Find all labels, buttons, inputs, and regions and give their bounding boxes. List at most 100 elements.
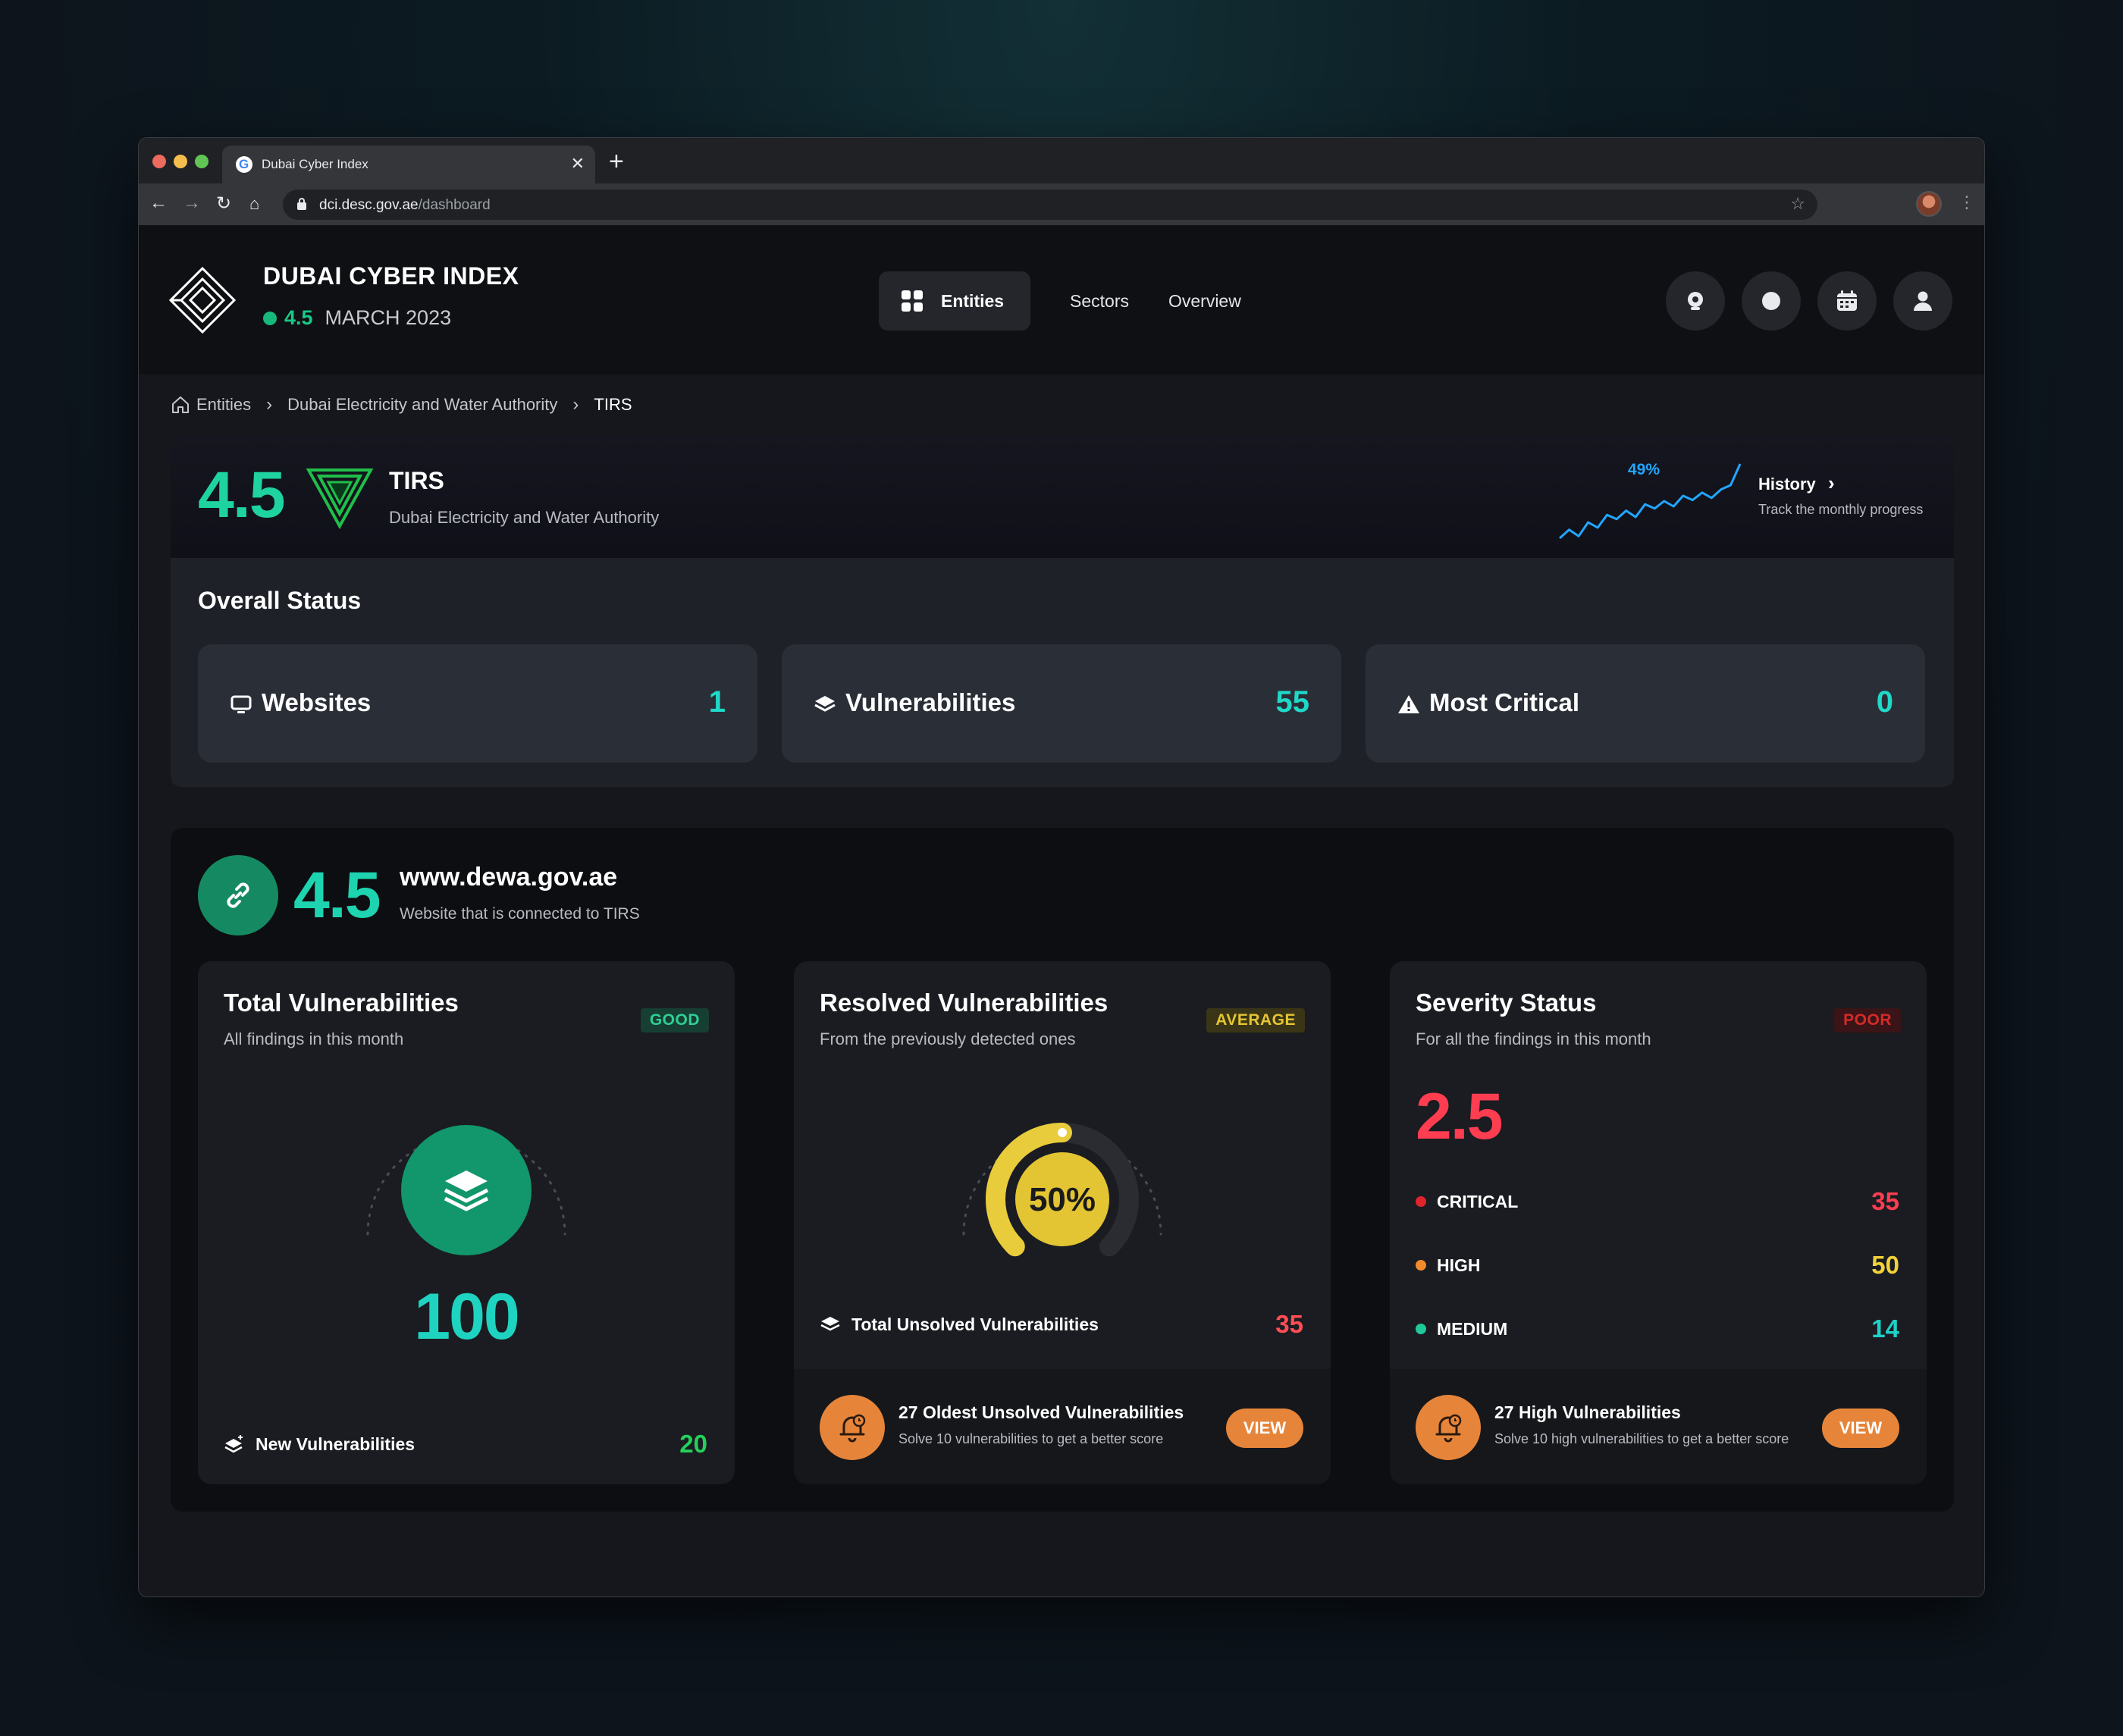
layers-plus-icon xyxy=(224,1435,243,1453)
minimize-window-button[interactable] xyxy=(174,155,187,168)
total-vulnerabilities-value: 100 xyxy=(414,1280,520,1353)
nav-entities-label: Entities xyxy=(941,290,1005,311)
home-icon[interactable]: ⌂ xyxy=(249,194,259,214)
stat-websites[interactable]: Websites 1 xyxy=(198,644,757,763)
profile-avatar[interactable] xyxy=(1916,191,1942,217)
stat-most-critical[interactable]: Most Critical 0 xyxy=(1366,644,1925,763)
total-vulnerabilities-card: Total Vulnerabilities All findings in th… xyxy=(198,961,735,1484)
entity-score: 4.5 xyxy=(198,459,286,531)
index-summary: 4.5 MARCH 2023 xyxy=(263,306,451,330)
app-header: DUBAI CYBER INDEX 4.5 MARCH 2023 Entitie… xyxy=(139,226,1984,374)
url-path: /dashboard xyxy=(418,197,491,213)
severity-critical-row: CRITICAL 35 xyxy=(1416,1187,1899,1216)
tab-title: Dubai Cyber Index xyxy=(262,157,368,171)
breadcrumb-authority[interactable]: Dubai Electricity and Water Authority xyxy=(287,395,557,415)
website-score: 4.5 xyxy=(293,859,381,932)
website-link-badge xyxy=(198,855,278,935)
entity-card: 4.5 TIRS Dubai Electricity and Water Aut… xyxy=(171,437,1954,787)
high-label-wrap: HIGH xyxy=(1416,1255,1871,1276)
browser-window: Dubai Cyber Index ✕ + ← → ↻ ⌂ dci.desc.g… xyxy=(138,137,1985,1597)
new-tab-icon[interactable]: + xyxy=(609,147,624,177)
home-outline-icon[interactable] xyxy=(171,395,190,415)
resolved-footer: 27 Oldest Unsolved Vulnerabilities Solve… xyxy=(794,1369,1331,1484)
overall-status-title: Overall Status xyxy=(198,587,362,614)
severity-medium-row: MEDIUM 14 xyxy=(1416,1315,1899,1343)
grid-icon xyxy=(902,290,923,312)
layers-icon xyxy=(820,1317,840,1331)
shield-triangle-icon xyxy=(306,468,374,530)
critical-value: 35 xyxy=(1871,1187,1899,1215)
card-subtitle: All findings in this month xyxy=(224,1029,404,1048)
stat-vulnerabilities-value: 55 xyxy=(1275,685,1310,719)
status-badge: AVERAGE xyxy=(1206,1008,1305,1033)
severity-score: 2.5 xyxy=(1416,1080,1504,1153)
footer-subtitle: Solve 10 high vulnerabilities to get a b… xyxy=(1494,1431,1789,1446)
stat-vulnerabilities-label: Vulnerabilities xyxy=(845,688,1016,716)
medium-dot xyxy=(1416,1324,1426,1334)
history-subtitle: Track the monthly progress xyxy=(1758,502,1924,517)
alarm-badge xyxy=(1416,1395,1481,1460)
profile-button[interactable] xyxy=(1893,271,1952,331)
close-window-button[interactable] xyxy=(152,155,166,168)
view-oldest-button[interactable]: VIEW xyxy=(1226,1409,1303,1448)
index-period: MARCH 2023 xyxy=(325,306,452,329)
index-score: 4.5 xyxy=(284,306,313,329)
card-subtitle: For all the findings in this month xyxy=(1416,1029,1651,1048)
url-host: dci.desc.gov.ae xyxy=(319,197,419,213)
history-sparkline xyxy=(1558,463,1742,540)
dci-logo-icon xyxy=(169,267,236,334)
new-vulnerabilities-row: New Vulnerabilities 20 xyxy=(224,1430,707,1459)
close-tab-icon[interactable]: ✕ xyxy=(571,154,585,174)
webcam-icon xyxy=(1688,292,1703,310)
resolved-vulnerabilities-card: Resolved Vulnerabilities From the previo… xyxy=(794,961,1331,1484)
forward-arrow-icon[interactable]: → xyxy=(183,193,201,214)
new-vulnerabilities-label: New Vulnerabilities xyxy=(256,1434,416,1454)
footer-title: 27 High Vulnerabilities xyxy=(1494,1402,1681,1422)
stat-most-critical-label: Most Critical xyxy=(1429,688,1580,716)
high-dot xyxy=(1416,1260,1426,1271)
browser-tab[interactable]: Dubai Cyber Index ✕ xyxy=(222,146,595,183)
calendar-icon xyxy=(1837,290,1857,311)
nav-overview[interactable]: Overview xyxy=(1168,291,1241,312)
website-description: Website that is connected to TIRS xyxy=(400,905,640,923)
link-icon xyxy=(227,882,249,908)
layers-icon xyxy=(814,696,836,712)
bell-clock-icon xyxy=(839,1414,866,1443)
unsolved-label-wrap: Total Unsolved Vulnerabilities xyxy=(820,1315,1275,1335)
view-high-button[interactable]: VIEW xyxy=(1822,1409,1899,1448)
browser-toolbar: ← → ↻ ⌂ dci.desc.gov.ae/dashboard ☆ ⋮ xyxy=(139,183,1984,226)
footer-title: 27 Oldest Unsolved Vulnerabilities xyxy=(898,1402,1184,1422)
unsolved-row: Total Unsolved Vulnerabilities 35 xyxy=(820,1310,1303,1339)
monitor-icon xyxy=(230,695,252,713)
card-subtitle: From the previously detected ones xyxy=(820,1029,1076,1048)
entity-org: Dubai Electricity and Water Authority xyxy=(389,508,660,527)
unsolved-value: 35 xyxy=(1275,1310,1303,1338)
layers-badge xyxy=(401,1125,532,1255)
stat-websites-label: Websites xyxy=(262,688,372,716)
address-bar[interactable]: dci.desc.gov.ae/dashboard ☆ xyxy=(283,190,1817,220)
stat-vulnerabilities[interactable]: Vulnerabilities 55 xyxy=(782,644,1341,763)
user-icon xyxy=(1914,291,1932,311)
browser-menu-icon[interactable]: ⋮ xyxy=(1958,193,1975,212)
history-link[interactable]: History xyxy=(1758,475,1816,494)
website-url[interactable]: www.dewa.gov.ae xyxy=(400,863,617,892)
address-url: dci.desc.gov.ae/dashboard xyxy=(319,197,491,214)
unsolved-label: Total Unsolved Vulnerabilities xyxy=(851,1314,1099,1334)
notifications-button[interactable] xyxy=(1666,271,1725,331)
website-panel: 4.5 www.dewa.gov.ae Website that is conn… xyxy=(171,828,1954,1512)
back-arrow-icon[interactable]: ← xyxy=(149,193,168,214)
search-button[interactable] xyxy=(1742,271,1801,331)
breadcrumb-entities[interactable]: Entities xyxy=(196,395,251,415)
calendar-button[interactable] xyxy=(1817,271,1877,331)
bookmark-star-icon[interactable]: ☆ xyxy=(1790,194,1805,214)
chevron-right-icon[interactable]: › xyxy=(1828,472,1835,495)
app-title: DUBAI CYBER INDEX xyxy=(263,262,519,290)
nav-sectors[interactable]: Sectors xyxy=(1070,291,1129,312)
alarm-badge xyxy=(820,1395,885,1460)
card-title: Resolved Vulnerabilities xyxy=(820,989,1109,1017)
maximize-window-button[interactable] xyxy=(195,155,209,168)
high-label: HIGH xyxy=(1437,1255,1481,1275)
stat-websites-value: 1 xyxy=(708,685,726,719)
nav-entities[interactable]: Entities xyxy=(879,271,1030,331)
reload-icon[interactable]: ↻ xyxy=(216,193,231,215)
